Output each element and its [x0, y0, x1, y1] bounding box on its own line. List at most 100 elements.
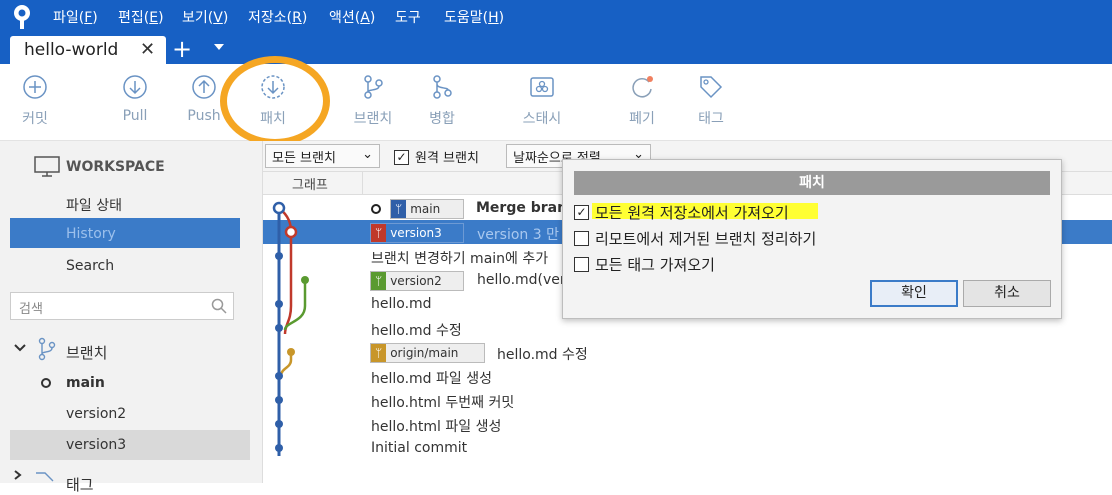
- menu-view-key: V: [213, 10, 223, 26]
- stash-button[interactable]: 스태시: [507, 74, 577, 128]
- stash-icon: [530, 77, 554, 97]
- current-branch-icon: [41, 378, 51, 388]
- fetch-all-remotes-label: 모든 원격 저장소에서 가져오기: [595, 204, 789, 222]
- branch-badge-version3[interactable]: ᛘ version3: [370, 223, 464, 243]
- branch-button[interactable]: 브랜치: [338, 74, 408, 128]
- sourcetree-logo-icon: [14, 5, 30, 29]
- fetch-tags-label: 모든 태그 가져오기: [595, 256, 715, 274]
- branch-item-version2[interactable]: version2: [66, 406, 126, 422]
- commit-graph: [272, 201, 309, 456]
- branch-badge-origin-main[interactable]: ᛘ origin/main: [370, 343, 485, 363]
- cancel-button[interactable]: 취소: [963, 280, 1051, 307]
- arrow-down-circle-icon: [123, 75, 147, 99]
- graph-column-header[interactable]: 그래프: [292, 174, 328, 193]
- remote-branches-toggle[interactable]: ✓ 원격 브랜치: [394, 147, 479, 166]
- branch-badge-icon: ᛘ: [371, 224, 387, 242]
- menu-actions-key: A: [360, 10, 370, 26]
- commit-message: version 3 만: [477, 227, 559, 243]
- menu-repository-label: 저장소(: [248, 10, 293, 26]
- branch-label: 브랜치: [353, 111, 393, 127]
- sidebar-item-file-status[interactable]: 파일 상태: [66, 195, 122, 215]
- branch-item-version3: version3: [66, 437, 127, 453]
- commit-message: hello.md 수정: [371, 323, 462, 339]
- stash-label: 스태시: [522, 111, 562, 127]
- menu-repository[interactable]: 저장소(R): [248, 7, 307, 27]
- prune-branches-checkbox[interactable]: [574, 231, 589, 246]
- menu-help-label: 도움말(: [444, 10, 489, 26]
- fetch-tags-checkbox[interactable]: [574, 257, 589, 272]
- menu-tools[interactable]: 도구: [395, 7, 421, 27]
- branch-badge-main-label: main: [410, 202, 441, 216]
- tab-bar: [0, 34, 1112, 64]
- chevron-down-icon: ⌄: [362, 147, 373, 162]
- discard-icon: [632, 76, 653, 98]
- branch-item-version3-row[interactable]: version3: [10, 430, 250, 460]
- menu-repository-end: ): [301, 10, 308, 26]
- branch-badge-icon: ᛘ: [371, 272, 387, 290]
- remote-branches-checkbox[interactable]: ✓: [394, 150, 409, 165]
- commit-message: hello.md 파일 생성: [371, 371, 492, 387]
- dialog-title: 패치: [574, 171, 1050, 195]
- search-placeholder: 검색: [19, 302, 43, 317]
- close-icon[interactable]: ✕: [140, 39, 155, 60]
- menu-view-label: 보기(: [182, 10, 214, 26]
- discard-button[interactable]: 폐기: [607, 74, 677, 128]
- commit-message: Initial commit: [371, 440, 468, 456]
- tag-label: 태그: [698, 111, 724, 127]
- search-icon: [211, 298, 227, 314]
- column-divider[interactable]: [362, 171, 363, 195]
- menu-bar: [0, 0, 1112, 34]
- menu-edit-label: 편집(: [118, 10, 150, 26]
- search-input[interactable]: 검색: [10, 292, 234, 320]
- commit-message: hello.html 두번째 커밋: [371, 395, 515, 411]
- ok-button[interactable]: 확인: [870, 280, 958, 307]
- chevron-right-icon[interactable]: [12, 470, 24, 480]
- branch-badge-version3-label: version3: [390, 226, 442, 240]
- fetch-all-remotes-option[interactable]: ✓ 모든 원격 저장소에서 가져오기: [574, 202, 789, 222]
- add-tab-button[interactable]: +: [172, 35, 192, 63]
- branch-filter-dropdown[interactable]: 모든 브랜치 ⌄: [265, 144, 380, 168]
- commit-button[interactable]: 커밋: [0, 74, 70, 128]
- branch-badge-version2[interactable]: ᛘ version2: [370, 271, 464, 291]
- menu-file[interactable]: 파일(F): [53, 7, 98, 27]
- sidebar-item-history-label: History: [66, 226, 116, 242]
- branch-badge-origin-main-label: origin/main: [390, 346, 459, 360]
- discard-label: 폐기: [629, 111, 655, 127]
- chevron-down-icon[interactable]: [214, 44, 224, 50]
- menu-help[interactable]: 도움말(H): [444, 7, 504, 27]
- fetch-tags-option[interactable]: 모든 태그 가져오기: [574, 254, 715, 274]
- tag-button[interactable]: 태그: [676, 74, 746, 128]
- commit-message: hello.md: [371, 296, 432, 312]
- menu-file-end: ): [92, 10, 98, 26]
- menu-actions[interactable]: 액션(A): [329, 7, 375, 27]
- menu-help-key: H: [488, 10, 499, 26]
- menu-edit[interactable]: 편집(E): [118, 7, 164, 27]
- branch-item-main[interactable]: main: [66, 375, 105, 391]
- menu-view[interactable]: 보기(V): [182, 7, 228, 27]
- branch-icon: [38, 337, 56, 361]
- chevron-down-icon[interactable]: [14, 343, 26, 353]
- tags-heading[interactable]: 태그: [66, 474, 94, 495]
- fetch-highlight-circle: [220, 56, 330, 146]
- menu-actions-end: ): [369, 10, 376, 26]
- branches-heading[interactable]: 브랜치: [66, 342, 107, 363]
- prune-branches-option[interactable]: 리모트에서 제거된 브랜치 정리하기: [574, 228, 816, 248]
- prune-branches-label: 리모트에서 제거된 브랜치 정리하기: [595, 230, 817, 248]
- pull-button[interactable]: Pull: [100, 74, 170, 124]
- merge-button[interactable]: 병합: [407, 74, 477, 128]
- commit-message: hello.md 수정: [497, 347, 588, 363]
- branch-badge-main[interactable]: ᛘ main: [390, 199, 464, 219]
- sidebar-item-search[interactable]: Search: [66, 258, 114, 274]
- sidebar-item-history[interactable]: History: [10, 218, 240, 248]
- commit-message: hello.html 파일 생성: [371, 419, 502, 435]
- repo-tab-label: hello-world: [24, 40, 119, 60]
- menu-edit-key: E: [149, 10, 159, 26]
- branch-badge-icon: ᛘ: [371, 344, 387, 362]
- fetch-all-remotes-checkbox[interactable]: ✓: [574, 205, 589, 220]
- arrow-up-circle-icon: [192, 75, 216, 99]
- menu-actions-label: 액션(: [329, 10, 361, 26]
- branch-icon: [364, 75, 383, 99]
- repo-tab[interactable]: hello-world ✕: [10, 36, 166, 66]
- workspace-heading: WORKSPACE: [66, 159, 165, 175]
- commit-message: Merge branc: [476, 200, 576, 216]
